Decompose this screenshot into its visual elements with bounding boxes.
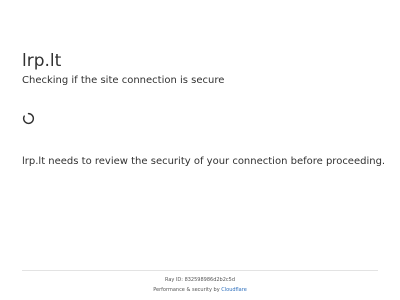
ray-id-label: Ray ID: (164, 277, 183, 283)
footer-divider (22, 270, 378, 271)
ray-id-value: 832598986d2b2c5d (184, 277, 236, 283)
ray-id: Ray ID: 832598986d2b2c5d (0, 277, 400, 284)
performance-credit: Performance & security by Cloudflare (0, 287, 400, 294)
site-title: lrp.lt (22, 51, 62, 71)
challenge-page: lrp.lt Checking if the site connection i… (0, 0, 400, 300)
status-subtitle: Checking if the site connection is secur… (22, 75, 225, 86)
review-message: lrp.lt needs to review the security of y… (22, 156, 386, 167)
performance-text: Performance & security by (153, 287, 220, 293)
loading-spinner-icon (22, 112, 35, 125)
cloudflare-link[interactable]: Cloudflare (221, 287, 247, 293)
